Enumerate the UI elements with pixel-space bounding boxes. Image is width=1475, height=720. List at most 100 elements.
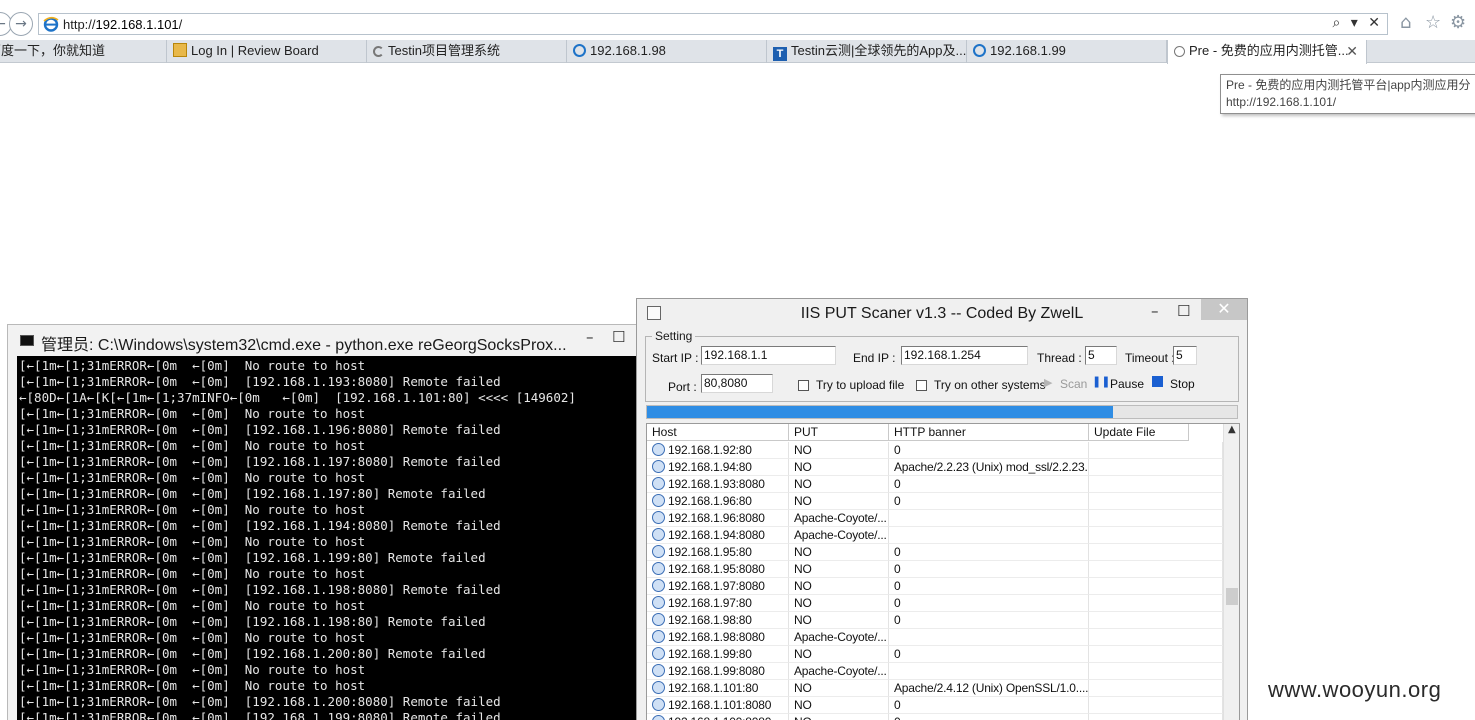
column-header-put[interactable]: PUT xyxy=(789,424,889,441)
tab-192-168-1-98[interactable]: 192.168.1.98 xyxy=(567,40,767,63)
table-row[interactable]: 192.168.1.96:8080 Apache-Coyote/... xyxy=(647,510,1223,527)
table-row[interactable]: 192.168.1.100:8080 NO 0 xyxy=(647,714,1223,720)
settings-gear-icon[interactable]: ⚙ xyxy=(1450,12,1466,33)
scan-button[interactable]: Scan xyxy=(1060,377,1087,391)
table-row[interactable]: 192.168.1.95:8080 NO 0 xyxy=(647,561,1223,578)
table-row[interactable]: 192.168.1.98:8080 Apache-Coyote/... xyxy=(647,629,1223,646)
tab-review-board[interactable]: Log In | Review Board xyxy=(167,40,367,63)
port-input[interactable]: 80,8080 xyxy=(701,374,773,393)
cmd-console[interactable]: [←[1m←[1;31mERROR←[0m ←[0m] No route to … xyxy=(17,356,637,720)
tab-close-icon[interactable]: ✕ xyxy=(1346,40,1358,62)
cell-text: 192.168.1.95:80 xyxy=(668,545,752,559)
cell-text: Apache-Coyote/... xyxy=(794,664,887,678)
pause-button[interactable]: Pause xyxy=(1110,377,1144,391)
column-header-host[interactable]: Host xyxy=(647,424,789,441)
upload-file-checkbox[interactable] xyxy=(798,380,809,391)
stop-button[interactable]: Stop xyxy=(1170,377,1195,391)
other-systems-checkbox[interactable] xyxy=(916,380,927,391)
cell-banner xyxy=(889,510,1089,527)
table-row[interactable]: 192.168.1.95:80 NO 0 xyxy=(647,544,1223,561)
cell-update-file xyxy=(1089,680,1223,697)
host-globe-icon xyxy=(652,545,665,558)
home-icon[interactable]: ⌂ xyxy=(1400,12,1411,33)
cell-put: NO xyxy=(789,595,889,612)
favorites-star-icon[interactable]: ☆ xyxy=(1425,12,1441,33)
console-line: [←[1m←[1;31mERROR←[0m ←[0m] [192.168.1.1… xyxy=(19,422,501,437)
cell-text: NO xyxy=(794,715,812,720)
cmd-titlebar[interactable]: 管理员: C:\Windows\system32\cmd.exe - pytho… xyxy=(8,325,638,356)
timeout-input[interactable]: 5 xyxy=(1173,346,1197,365)
cell-text: Apache/2.2.23 (Unix) mod_ssl/2.2.23... xyxy=(894,460,1089,474)
cell-text: 192.168.1.92:80 xyxy=(668,443,752,457)
table-row[interactable]: 192.168.1.94:80 NO Apache/2.2.23 (Unix) mo… xyxy=(647,459,1223,476)
console-line: [←[1m←[1;31mERROR←[0m ←[0m] No route to … xyxy=(19,438,366,453)
table-row[interactable]: 192.168.1.94:8080 Apache-Coyote/... xyxy=(647,527,1223,544)
scroll-up-icon[interactable]: ▲ xyxy=(1228,424,1236,435)
minimize-button[interactable]: – xyxy=(1151,302,1159,320)
loading-icon xyxy=(373,46,384,57)
tab-baidu[interactable]: 百度一下，你就知道 xyxy=(0,40,167,63)
setting-group: Setting Start IP : 192.168.1.1 End IP : … xyxy=(645,329,1239,402)
table-row[interactable]: 192.168.1.97:80 NO 0 xyxy=(647,595,1223,612)
table-row[interactable]: 192.168.1.99:80 NO 0 xyxy=(647,646,1223,663)
results-scrollbar[interactable]: ▲ xyxy=(1223,424,1239,720)
console-line: ←[80D←[1A←[K[←[1m←[1;37mINFO←[0m ←[0m] [… xyxy=(19,390,576,405)
table-row[interactable]: 192.168.1.101:80 NO Apache/2.4.12 (Unix) O… xyxy=(647,680,1223,697)
cell-host: 192.168.1.95:80 xyxy=(647,544,789,561)
cell-put: NO xyxy=(789,476,889,493)
tab-192-168-1-99[interactable]: 192.168.1.99 xyxy=(967,40,1167,63)
cell-host: 192.168.1.99:80 xyxy=(647,646,789,663)
cell-text: 0 xyxy=(894,715,901,720)
table-row[interactable]: 192.168.1.99:8080 Apache-Coyote/... xyxy=(647,663,1223,680)
cell-text: NO xyxy=(794,545,812,559)
upload-file-label: Try to upload file xyxy=(816,378,905,392)
console-line: [←[1m←[1;31mERROR←[0m ←[0m] [192.168.1.1… xyxy=(19,582,501,597)
scanner-titlebar[interactable]: IIS PUT Scaner v1.3 -- Coded By ZwelL – … xyxy=(637,299,1247,329)
table-row[interactable]: 192.168.1.96:80 NO 0 xyxy=(647,493,1223,510)
cell-update-file xyxy=(1089,663,1223,680)
start-ip-input[interactable]: 192.168.1.1 xyxy=(701,346,836,365)
table-row[interactable]: 192.168.1.93:8080 NO 0 xyxy=(647,476,1223,493)
cmd-title: 管理员: C:\Windows\system32\cmd.exe - pytho… xyxy=(41,337,567,354)
tab-pre-active[interactable]: Pre - 免费的应用内测托管... ✕ xyxy=(1167,40,1367,64)
address-bar[interactable]: http://192.168.1.101/ ⌕ ▾ ✕ xyxy=(38,13,1388,35)
cell-banner: 0 xyxy=(889,561,1089,578)
table-row[interactable]: 192.168.1.101:8080 NO 0 xyxy=(647,697,1223,714)
address-actions-icon[interactable]: ⌕ ▾ ✕ xyxy=(1333,15,1384,31)
maximize-button[interactable]: ☐ xyxy=(612,328,625,346)
console-line: [←[1m←[1;31mERROR←[0m ←[0m] [192.168.1.2… xyxy=(19,694,501,709)
results-table[interactable]: Host PUT HTTP banner Update File 192.168… xyxy=(646,423,1240,720)
table-row[interactable]: 192.168.1.98:80 NO 0 xyxy=(647,612,1223,629)
cmd-window[interactable]: 管理员: C:\Windows\system32\cmd.exe - pytho… xyxy=(7,324,638,720)
iis-put-scanner-window[interactable]: IIS PUT Scaner v1.3 -- Coded By ZwelL – … xyxy=(636,298,1248,720)
table-row[interactable]: 192.168.1.97:8080 NO 0 xyxy=(647,578,1223,595)
end-ip-input[interactable]: 192.168.1.254 xyxy=(901,346,1028,365)
address-url[interactable]: http://192.168.1.101/ xyxy=(63,17,182,32)
cell-text: NO xyxy=(794,579,812,593)
cell-text: 0 xyxy=(894,613,901,627)
close-button[interactable]: ✕ xyxy=(1201,299,1247,320)
cell-text: 0 xyxy=(894,494,901,508)
cell-text: 192.168.1.101:8080 xyxy=(668,698,772,712)
console-line: [←[1m←[1;31mERROR←[0m ←[0m] No route to … xyxy=(19,678,366,693)
tab-testin-cloud[interactable]: T Testin云测|全球领先的App及... xyxy=(767,40,967,63)
table-row[interactable]: 192.168.1.92:80 NO 0 xyxy=(647,442,1223,459)
thread-input[interactable]: 5 xyxy=(1085,346,1117,365)
cell-text: 0 xyxy=(894,545,901,559)
cell-text: Apache-Coyote/... xyxy=(794,630,887,644)
scroll-thumb[interactable] xyxy=(1226,588,1238,605)
cell-put: Apache-Coyote/... xyxy=(789,629,889,646)
console-line: [←[1m←[1;31mERROR←[0m ←[0m] No route to … xyxy=(19,470,366,485)
cell-text: NO xyxy=(794,698,812,712)
cell-put: Apache-Coyote/... xyxy=(789,510,889,527)
host-globe-icon xyxy=(652,681,665,694)
forward-button[interactable]: → xyxy=(9,12,33,36)
column-header-update-file[interactable]: Update File xyxy=(1089,424,1189,441)
tab-testin-project[interactable]: Testin项目管理系统 xyxy=(367,40,567,63)
stop-icon xyxy=(1152,376,1163,387)
minimize-button[interactable]: – xyxy=(586,328,594,346)
column-header-http-banner[interactable]: HTTP banner xyxy=(889,424,1089,441)
maximize-button[interactable]: ☐ xyxy=(1177,302,1190,320)
host-globe-icon xyxy=(652,664,665,677)
thread-label: Thread : xyxy=(1037,351,1082,365)
